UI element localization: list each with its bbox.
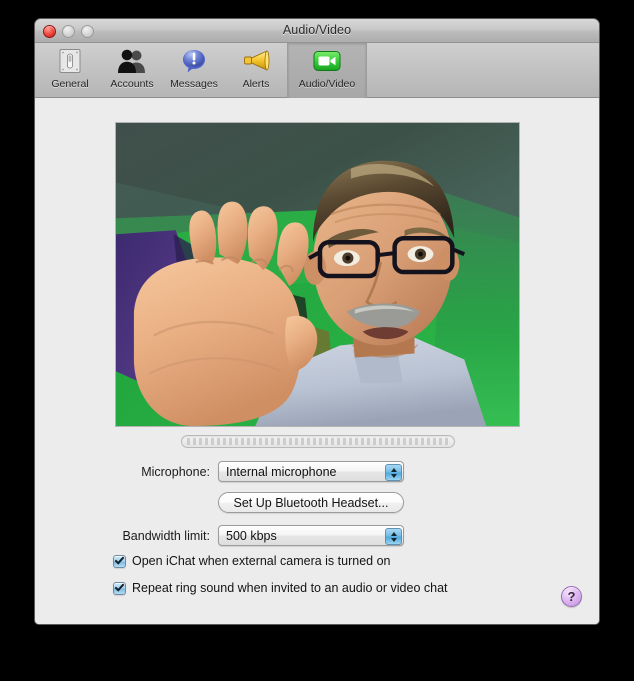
speech-bubble-icon — [180, 46, 208, 76]
light-switch-icon — [56, 46, 84, 76]
microphone-row: Microphone: Internal microphone — [125, 461, 404, 482]
preferences-window: Audio/Video General Accounts Messages Al… — [34, 18, 600, 625]
help-button[interactable]: ? — [561, 586, 582, 607]
level-meter-segments — [187, 438, 449, 445]
window-titlebar[interactable]: Audio/Video — [35, 19, 599, 43]
set-up-bluetooth-headset-button[interactable]: Set Up Bluetooth Headset... — [218, 492, 404, 513]
repeat-ring-checkbox[interactable] — [113, 580, 126, 595]
bluetooth-button-label: Set Up Bluetooth Headset... — [233, 495, 389, 510]
checkmark-icon — [114, 580, 125, 592]
toolbar-item-label: Accounts — [110, 78, 154, 90]
bluetooth-row: Set Up Bluetooth Headset... — [218, 492, 404, 513]
bandwidth-value: 500 kbps — [226, 528, 277, 543]
video-preview[interactable] — [115, 122, 520, 427]
video-camera-icon — [312, 46, 342, 76]
microphone-select[interactable]: Internal microphone — [218, 461, 404, 482]
toolbar-item-accounts[interactable]: Accounts — [101, 43, 163, 98]
bandwidth-row: Bandwidth limit: 500 kbps — [105, 525, 404, 546]
toolbar-item-alerts[interactable]: Alerts — [225, 43, 287, 98]
open-ichat-label: Open iChat when external camera is turne… — [132, 554, 391, 568]
chevron-updown-icon — [385, 464, 402, 481]
toolbar-item-label: Messages — [170, 78, 218, 90]
toolbar-item-label: Audio/Video — [298, 78, 356, 90]
microphone-value: Internal microphone — [226, 464, 337, 479]
desktop-background: Audio/Video General Accounts Messages Al… — [0, 0, 634, 681]
checkbox-row-open-ichat[interactable]: Open iChat when external camera is turne… — [113, 553, 391, 568]
video-preview-image — [116, 123, 519, 426]
bandwidth-label: Bandwidth limit: — [122, 528, 210, 543]
repeat-ring-label: Repeat ring sound when invited to an aud… — [132, 581, 448, 595]
microphone-label: Microphone: — [141, 464, 210, 479]
checkmark-icon — [114, 553, 125, 565]
chevron-updown-icon — [385, 528, 402, 545]
megaphone-icon — [241, 46, 271, 76]
bandwidth-select[interactable]: 500 kbps — [218, 525, 404, 546]
people-icon — [117, 46, 147, 76]
preferences-content: Microphone: Internal microphone Set Up B… — [35, 98, 599, 624]
toolbar-item-messages[interactable]: Messages — [163, 43, 225, 98]
help-button-label: ? — [567, 589, 576, 604]
toolbar-item-label: Alerts — [242, 78, 270, 90]
preferences-toolbar: General Accounts Messages Alerts Audio/V… — [35, 43, 599, 98]
toolbar-item-label: General — [51, 78, 89, 90]
microphone-level-meter[interactable] — [181, 435, 455, 448]
window-title: Audio/Video — [282, 23, 352, 37]
checkbox-row-repeat-ring[interactable]: Repeat ring sound when invited to an aud… — [113, 580, 448, 595]
toolbar-item-general[interactable]: General — [39, 43, 101, 98]
toolbar-item-audio-video[interactable]: Audio/Video — [287, 43, 367, 98]
open-ichat-checkbox[interactable] — [113, 553, 126, 568]
